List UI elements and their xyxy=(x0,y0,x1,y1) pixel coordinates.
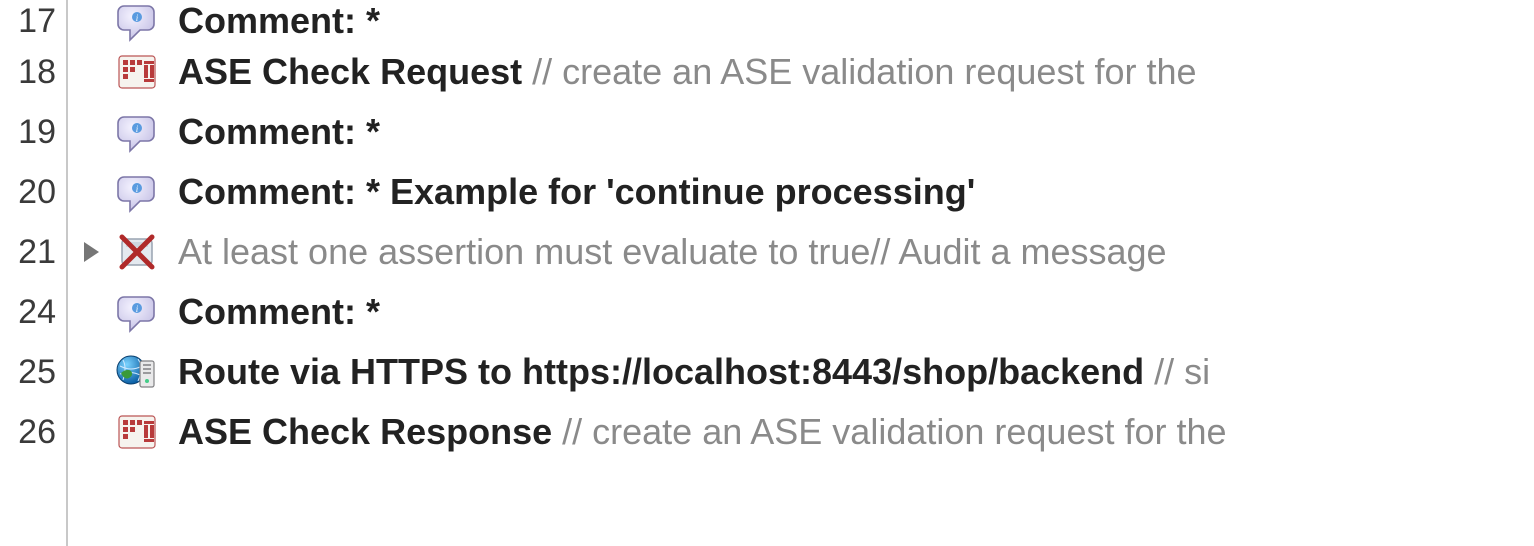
line-number: 21 xyxy=(0,222,66,282)
policy-editor: 17 18 19 20 21 24 25 26 i Comment: * ASE Check … xyxy=(0,0,1534,546)
comment-bubble-icon: i xyxy=(116,291,158,333)
row-icon xyxy=(112,411,162,453)
row-icon: i xyxy=(112,111,162,153)
line-number-value: 17 xyxy=(18,2,56,41)
line-number-value: 18 xyxy=(18,53,56,92)
line-number: 17 xyxy=(0,0,66,42)
comment-bubble-icon: i xyxy=(116,171,158,213)
expand-arrow-icon xyxy=(84,242,99,262)
row-tail-comment: // create an ASE validation request for … xyxy=(562,411,1226,453)
comment-bubble-icon: i xyxy=(116,111,158,153)
row-icon xyxy=(112,51,162,93)
line-number-value: 20 xyxy=(18,173,56,212)
row-label: ASE Check Request xyxy=(178,51,522,93)
line-number-value: 25 xyxy=(18,353,56,392)
route-https-icon xyxy=(116,351,158,393)
line-number-value: 26 xyxy=(18,413,56,452)
policy-row[interactable]: i Comment: * xyxy=(68,282,1534,342)
line-number: 20 xyxy=(0,162,66,222)
line-number: 18 xyxy=(0,42,66,102)
row-label: Comment: * Example for 'continue process… xyxy=(178,171,975,213)
expand-toggle[interactable] xyxy=(76,242,106,262)
line-number: 25 xyxy=(0,342,66,402)
policy-row[interactable]: At least one assertion must evaluate to … xyxy=(68,222,1534,282)
row-tail-comment: // create an ASE validation request for … xyxy=(532,51,1196,93)
policy-row[interactable]: i Comment: * xyxy=(68,0,1534,42)
line-number-gutter: 17 18 19 20 21 24 25 26 xyxy=(0,0,68,546)
row-tail-comment: // Audit a message xyxy=(870,231,1166,273)
ase-check-icon xyxy=(116,51,158,93)
row-label: At least one assertion must evaluate to … xyxy=(178,231,870,273)
line-number-value: 21 xyxy=(18,233,56,272)
policy-row[interactable]: ASE Check Request // create an ASE valid… xyxy=(68,42,1534,102)
policy-content: i Comment: * ASE Check Request // create… xyxy=(68,0,1534,546)
line-number-value: 24 xyxy=(18,293,56,332)
row-label: Route via HTTPS to https://localhost:844… xyxy=(178,351,1144,393)
policy-row[interactable]: i Comment: * Example for 'continue proce… xyxy=(68,162,1534,222)
line-number: 24 xyxy=(0,282,66,342)
line-number: 19 xyxy=(0,102,66,162)
row-icon: i xyxy=(112,171,162,213)
line-number: 26 xyxy=(0,402,66,462)
comment-bubble-icon: i xyxy=(116,0,158,42)
row-label: Comment: * xyxy=(178,0,380,42)
policy-row[interactable]: i Comment: * xyxy=(68,102,1534,162)
assertion-disabled-icon xyxy=(116,231,158,273)
row-label: ASE Check Response xyxy=(178,411,552,453)
policy-row[interactable]: Route via HTTPS to https://localhost:844… xyxy=(68,342,1534,402)
row-label: Comment: * xyxy=(178,111,380,153)
policy-row[interactable]: ASE Check Response // create an ASE vali… xyxy=(68,402,1534,462)
row-tail-comment: // si xyxy=(1154,351,1210,393)
ase-check-icon xyxy=(116,411,158,453)
row-icon xyxy=(112,231,162,273)
row-icon: i xyxy=(112,0,162,42)
row-icon xyxy=(112,351,162,393)
row-icon: i xyxy=(112,291,162,333)
row-label: Comment: * xyxy=(178,291,380,333)
line-number-value: 19 xyxy=(18,113,56,152)
